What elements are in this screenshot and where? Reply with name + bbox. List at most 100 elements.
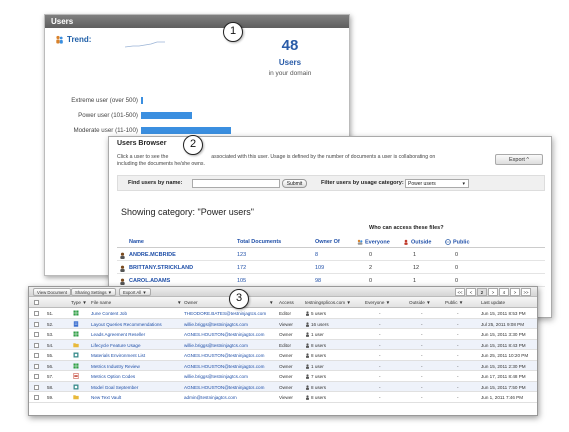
file-name-link[interactable]: Materials Environment List xyxy=(91,353,179,358)
row-number: 54. xyxy=(47,342,54,348)
owner-email-link[interactable]: AGNES.HOUSTON@testninjagtcs.com xyxy=(184,364,276,369)
view-document-button[interactable]: View Document xyxy=(33,288,72,296)
domain-users[interactable]: 7 users xyxy=(305,374,326,380)
user-total-docs[interactable]: 123 xyxy=(237,252,246,258)
pager-button[interactable]: > xyxy=(488,288,498,296)
pager-button[interactable]: 4 xyxy=(499,288,509,296)
col-file-name-sort-icon[interactable]: ▼ xyxy=(177,300,182,305)
user-name-link[interactable]: CAROL.ADAMS xyxy=(129,278,170,284)
col-outside[interactable]: Outside xyxy=(403,239,431,245)
sharing-settings-button[interactable]: Sharing Settings ▼ xyxy=(71,288,116,296)
file-name-link[interactable]: Layout Queries Recommendations xyxy=(91,322,179,327)
domain-users[interactable]: 1 user xyxy=(305,364,324,369)
file-row[interactable]: 59. New Text Vault admin@testninjagtcs.com… xyxy=(29,392,537,403)
owner-email-link[interactable]: willie.briggs@testninjagtcs.com xyxy=(184,343,276,348)
usage-category-select[interactable]: Power users ▾ xyxy=(405,179,469,188)
file-row[interactable]: 54. Lifecycle Feature Usage willie.briggs@… xyxy=(29,339,537,350)
user-owner-of[interactable]: 109 xyxy=(315,265,324,271)
row-checkbox[interactable] xyxy=(34,342,39,348)
file-name-link[interactable]: Metrics Industry Review xyxy=(91,364,179,369)
everyone-access: - xyxy=(379,374,381,379)
user-outside-count: 1 xyxy=(413,278,417,284)
file-name-link[interactable]: Metrics Option Codes xyxy=(91,374,179,379)
pager-button[interactable]: << xyxy=(455,288,465,296)
file-row[interactable]: 51. June Content Job THEODORE.BATES@testni… xyxy=(29,308,537,319)
row-checkbox[interactable] xyxy=(34,374,39,379)
user-name-link[interactable]: ANDRE.MCBRIDE xyxy=(129,252,176,258)
col-name[interactable]: Name xyxy=(129,239,144,245)
public-access: - xyxy=(457,342,459,348)
col-everyone[interactable]: Everyone ▼ xyxy=(365,300,390,305)
col-everyone[interactable]: Everyone xyxy=(357,239,390,245)
file-row[interactable]: 58. Model Goal September AGNES.HOUSTON@tes… xyxy=(29,381,537,392)
file-row[interactable]: 55. Materials Environment List AGNES.HOUST… xyxy=(29,350,537,361)
owner-email-link[interactable]: AGNES.HOUSTON@testninjagtcs.com xyxy=(184,353,276,358)
export-all-button[interactable]: Export All ▼ xyxy=(119,288,151,296)
user-public-count: 0 xyxy=(455,265,459,271)
export-button[interactable]: Export ^ xyxy=(495,154,543,165)
user-everyone-count: 0 xyxy=(369,278,373,284)
usage-bar[interactable] xyxy=(141,96,143,104)
file-row[interactable]: 53. Leads Agreement Reseller AGNES.HOUSTON… xyxy=(29,329,537,340)
pager-button[interactable]: >> xyxy=(521,288,531,296)
col-access[interactable]: Access xyxy=(279,300,294,305)
find-users-input[interactable] xyxy=(192,179,280,188)
row-checkbox[interactable] xyxy=(34,311,39,316)
select-all-checkbox[interactable] xyxy=(34,300,39,305)
domain-users[interactable]: 8 users xyxy=(305,395,326,401)
domain-users[interactable]: 5 users xyxy=(305,311,326,317)
col-domain[interactable]: testningsplicos.com ▼ xyxy=(305,300,351,305)
user-row[interactable]: BRITTANY.STRICKLAND 172 109 2 12 0 xyxy=(117,261,545,274)
user-total-docs[interactable]: 105 xyxy=(237,278,246,284)
user-name-link[interactable]: BRITTANY.STRICKLAND xyxy=(129,265,193,271)
row-checkbox[interactable] xyxy=(34,321,39,327)
row-checkbox[interactable] xyxy=(34,353,39,358)
file-name-link[interactable]: Lifecycle Feature Usage xyxy=(91,343,179,348)
pager-button[interactable]: 2 xyxy=(477,288,487,296)
col-type[interactable]: Type ▼ xyxy=(71,300,87,305)
usage-bar[interactable] xyxy=(141,111,192,119)
col-owner[interactable]: Owner Of xyxy=(315,239,340,245)
row-checkbox[interactable] xyxy=(34,384,39,390)
col-public[interactable]: Public xyxy=(445,239,470,245)
domain-users[interactable]: 8 users xyxy=(305,343,326,348)
col-file-name[interactable]: File name xyxy=(91,300,181,305)
file-row[interactable]: 52. Layout Queries Recommendations willie.… xyxy=(29,318,537,329)
owner-email-link[interactable]: AGNES.HOUSTON@testninjagtcs.com xyxy=(184,332,276,337)
usage-bar[interactable] xyxy=(141,126,231,134)
domain-users[interactable]: 8 users xyxy=(305,353,326,359)
outside-access: - xyxy=(421,321,423,327)
col-public[interactable]: Public ▼ xyxy=(445,300,463,305)
file-row[interactable]: 57. Metrics Option Codes willie.briggs@tes… xyxy=(29,371,537,382)
submit-button[interactable]: Submit xyxy=(282,179,307,188)
owner-email-link[interactable]: willie.briggs@testninjagtcs.com xyxy=(184,374,276,379)
owner-email-link[interactable]: THEODORE.BATES@testninjagtcs.com xyxy=(184,311,276,316)
owner-email-link[interactable]: willie.briggs@testninjagtcs.com xyxy=(184,322,276,327)
user-total-docs[interactable]: 172 xyxy=(237,265,246,271)
pager-button[interactable]: > xyxy=(510,288,520,296)
file-name-link[interactable]: Leads Agreement Reseller xyxy=(91,332,179,337)
file-name-link[interactable]: Model Goal September xyxy=(91,385,179,390)
domain-users[interactable]: 1 user xyxy=(305,332,324,338)
file-row[interactable]: 56. Metrics Industry Review AGNES.HOUSTON@… xyxy=(29,360,537,371)
owner-email-link[interactable]: admin@testninjagtcs.com xyxy=(184,395,276,400)
domain-users[interactable]: 16 users xyxy=(305,322,329,327)
col-outside[interactable]: Outside ▼ xyxy=(409,300,431,305)
user-owner-of[interactable]: 98 xyxy=(315,278,321,284)
pager-button[interactable]: < xyxy=(466,288,476,296)
user-owner-of[interactable]: 8 xyxy=(315,252,318,258)
col-owner-sort-icon[interactable]: ▼ xyxy=(269,300,274,305)
file-name-link[interactable]: June Content Job xyxy=(91,311,179,316)
access-level: Owner xyxy=(279,353,293,358)
file-name-link[interactable]: New Text Vault xyxy=(91,395,179,400)
row-checkbox[interactable] xyxy=(34,363,39,369)
row-checkbox[interactable] xyxy=(34,332,39,337)
owner-email-link[interactable]: AGNES.HOUSTON@testninjagtcs.com xyxy=(184,385,276,390)
user-outside-count: 1 xyxy=(413,252,417,258)
row-checkbox[interactable] xyxy=(34,395,39,400)
everyone-access: - xyxy=(379,395,381,400)
domain-users[interactable]: 8 users xyxy=(305,385,326,390)
col-last-update[interactable]: Last update xyxy=(481,300,505,305)
user-row[interactable]: ANDRE.MCBRIDE 123 8 0 1 0 xyxy=(117,248,545,261)
col-total[interactable]: Total Documents xyxy=(237,239,281,245)
